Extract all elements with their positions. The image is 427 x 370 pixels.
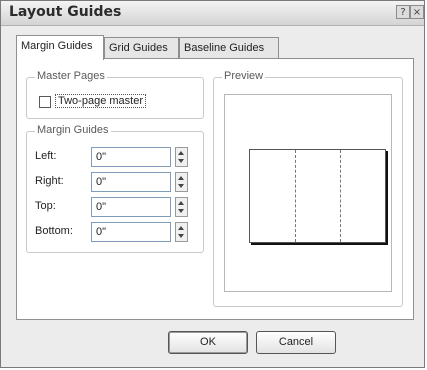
column-guide [295,150,296,242]
two-page-master-checkbox[interactable] [39,96,51,108]
tab-panel: Master Pages Two-page master Margin Guid… [16,58,414,320]
close-icon[interactable]: × [410,5,424,19]
spin-up-icon [178,201,184,205]
left-label: Left: [35,150,57,162]
spin-down-icon [178,209,184,213]
right-margin-spinner[interactable] [175,172,188,192]
preview-canvas [224,94,392,292]
margin-guides-group: Margin Guides Left: 0" Right: 0" Top: 0"… [26,124,204,253]
left-margin-input[interactable]: 0" [91,147,171,167]
bottom-margin-spinner[interactable] [175,222,188,242]
master-pages-legend: Master Pages [35,70,107,82]
help-icon[interactable]: ? [396,5,410,19]
dialog-title: Layout Guides [9,4,122,20]
preview-group: Preview [213,70,403,307]
left-margin-spinner[interactable] [175,147,188,167]
margin-guides-legend: Margin Guides [35,124,111,136]
cancel-button[interactable]: Cancel [256,331,336,354]
right-label: Right: [35,175,64,187]
title-bar: Layout Guides ? × [1,1,424,26]
page-preview [249,149,386,243]
spin-up-icon [178,226,184,230]
layout-guides-dialog: Layout Guides ? × Margin Guides Grid Gui… [0,0,425,368]
bottom-label: Bottom: [35,225,73,237]
column-guide [340,150,341,242]
right-margin-input[interactable]: 0" [91,172,171,192]
top-margin-spinner[interactable] [175,197,188,217]
top-label: Top: [35,200,56,212]
spin-up-icon [178,176,184,180]
tab-margin-guides[interactable]: Margin Guides [16,35,104,60]
master-pages-group: Master Pages Two-page master [26,70,204,119]
preview-legend: Preview [222,70,266,82]
bottom-margin-input[interactable]: 0" [91,222,171,242]
spin-down-icon [178,184,184,188]
spin-up-icon [178,151,184,155]
ok-button[interactable]: OK [168,331,248,354]
tab-grid-guides[interactable]: Grid Guides [104,37,179,59]
spin-down-icon [178,234,184,238]
spin-down-icon [178,159,184,163]
top-margin-input[interactable]: 0" [91,197,171,217]
tab-baseline-guides[interactable]: Baseline Guides [179,37,279,59]
two-page-master-label[interactable]: Two-page master [55,94,146,108]
